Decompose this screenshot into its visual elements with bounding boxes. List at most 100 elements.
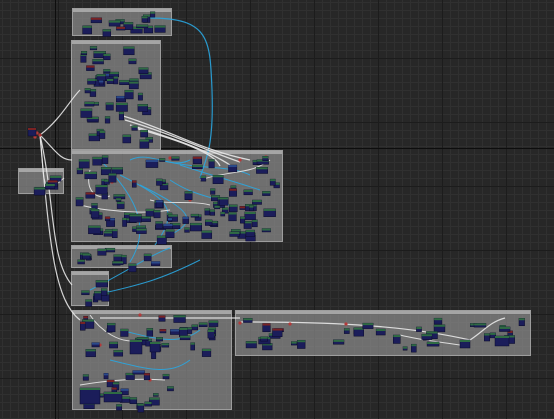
graph-node[interactable] bbox=[150, 11, 156, 18]
graph-node[interactable] bbox=[85, 349, 96, 358]
graph-node[interactable] bbox=[343, 328, 350, 334]
graph-node[interactable] bbox=[262, 323, 271, 333]
graph-node[interactable] bbox=[33, 187, 46, 196]
graph-node[interactable] bbox=[129, 397, 138, 404]
graph-node[interactable] bbox=[208, 320, 219, 327]
graph-node[interactable] bbox=[251, 219, 258, 228]
graph-node[interactable] bbox=[210, 188, 216, 195]
graph-node[interactable] bbox=[78, 159, 90, 169]
graph-node[interactable] bbox=[245, 341, 257, 349]
graph-node[interactable] bbox=[239, 206, 246, 210]
graph-node[interactable] bbox=[158, 315, 166, 322]
graph-node[interactable] bbox=[136, 228, 147, 234]
graph-node[interactable] bbox=[105, 102, 114, 111]
graph-node[interactable] bbox=[84, 101, 95, 107]
reroute-icon[interactable] bbox=[288, 322, 292, 326]
graph-node[interactable] bbox=[272, 328, 283, 337]
graph-node[interactable] bbox=[84, 88, 91, 94]
graph-node[interactable] bbox=[161, 342, 170, 348]
graph-node[interactable] bbox=[163, 223, 173, 230]
graph-node[interactable] bbox=[101, 155, 109, 164]
graph-node[interactable] bbox=[80, 321, 86, 331]
graph-node[interactable] bbox=[103, 391, 123, 403]
graph-node[interactable] bbox=[262, 343, 273, 351]
graph-node[interactable] bbox=[228, 212, 237, 222]
reroute-icon[interactable] bbox=[168, 156, 172, 160]
graph-node[interactable] bbox=[198, 322, 208, 327]
graph-node[interactable] bbox=[192, 164, 203, 169]
graph-node[interactable] bbox=[103, 373, 109, 380]
graph-node[interactable] bbox=[433, 317, 443, 325]
graph-node[interactable] bbox=[218, 197, 229, 206]
graph-node[interactable] bbox=[433, 324, 446, 333]
graph-node[interactable] bbox=[128, 263, 137, 273]
graph-node[interactable] bbox=[156, 337, 163, 342]
graph-node[interactable] bbox=[45, 183, 56, 189]
graph-node[interactable] bbox=[518, 318, 525, 327]
graph-node[interactable] bbox=[402, 346, 408, 351]
graph-node[interactable] bbox=[106, 322, 116, 333]
graph-node[interactable] bbox=[155, 221, 163, 229]
graph-node[interactable] bbox=[137, 92, 143, 101]
graph-node[interactable] bbox=[100, 288, 108, 296]
graph-node[interactable] bbox=[421, 333, 433, 340]
graph-node[interactable] bbox=[260, 336, 268, 342]
graph-node[interactable] bbox=[375, 328, 386, 336]
graph-node[interactable] bbox=[115, 102, 128, 112]
graph-node[interactable] bbox=[171, 156, 180, 161]
graph-node[interactable] bbox=[362, 322, 374, 329]
graph-node[interactable] bbox=[94, 291, 102, 301]
graph-node[interactable] bbox=[97, 248, 107, 256]
graph-node[interactable] bbox=[103, 69, 111, 74]
graph-node[interactable] bbox=[81, 290, 90, 296]
graph-node[interactable] bbox=[104, 116, 111, 124]
graph-node[interactable] bbox=[111, 228, 118, 238]
graph-node[interactable] bbox=[113, 76, 119, 85]
graph-node[interactable] bbox=[155, 200, 164, 208]
graph-node[interactable] bbox=[103, 53, 111, 61]
graph-node[interactable] bbox=[88, 225, 101, 235]
graph-node[interactable] bbox=[116, 201, 125, 209]
graph-node[interactable] bbox=[86, 65, 95, 71]
graph-node[interactable] bbox=[80, 108, 93, 118]
graph-node[interactable] bbox=[80, 51, 88, 55]
graph-node[interactable] bbox=[76, 167, 83, 175]
graph-node[interactable] bbox=[269, 178, 276, 186]
graph-node[interactable] bbox=[200, 175, 207, 182]
graph-node[interactable] bbox=[77, 259, 85, 265]
graph-node[interactable] bbox=[178, 327, 188, 337]
graph-node[interactable] bbox=[137, 104, 149, 112]
graph-node[interactable] bbox=[208, 159, 215, 169]
graph-node[interactable] bbox=[95, 280, 108, 288]
graph-node[interactable] bbox=[182, 216, 189, 224]
graph-node[interactable] bbox=[245, 229, 255, 237]
graph-node[interactable] bbox=[131, 125, 138, 131]
graph-node[interactable] bbox=[109, 71, 119, 78]
graph-node[interactable] bbox=[85, 192, 96, 199]
graph-node[interactable] bbox=[138, 67, 149, 74]
graph-node[interactable] bbox=[128, 81, 139, 90]
graph-node[interactable] bbox=[141, 16, 148, 23]
graph-node[interactable] bbox=[145, 159, 159, 168]
graph-node[interactable] bbox=[291, 341, 297, 346]
graph-node[interactable] bbox=[240, 216, 246, 224]
graph-node[interactable] bbox=[165, 229, 175, 238]
graph-node[interactable] bbox=[129, 214, 142, 223]
graph-node[interactable] bbox=[89, 46, 98, 51]
graph-node[interactable] bbox=[473, 323, 487, 328]
graph-node[interactable] bbox=[143, 253, 152, 262]
graph-node[interactable] bbox=[192, 156, 202, 164]
graph-node[interactable] bbox=[229, 204, 238, 212]
graph-node[interactable] bbox=[80, 53, 87, 63]
reroute-icon[interactable] bbox=[238, 158, 242, 162]
graph-node[interactable] bbox=[184, 191, 193, 200]
graph-node[interactable] bbox=[85, 299, 93, 307]
graph-node[interactable] bbox=[252, 199, 262, 205]
graph-node[interactable] bbox=[156, 178, 163, 186]
graph-node[interactable] bbox=[173, 315, 186, 323]
graph-node[interactable] bbox=[353, 327, 364, 337]
graph-node[interactable] bbox=[207, 329, 215, 339]
graph-node[interactable] bbox=[83, 315, 89, 320]
graph-node[interactable] bbox=[212, 174, 224, 184]
graph-node[interactable] bbox=[146, 328, 154, 337]
